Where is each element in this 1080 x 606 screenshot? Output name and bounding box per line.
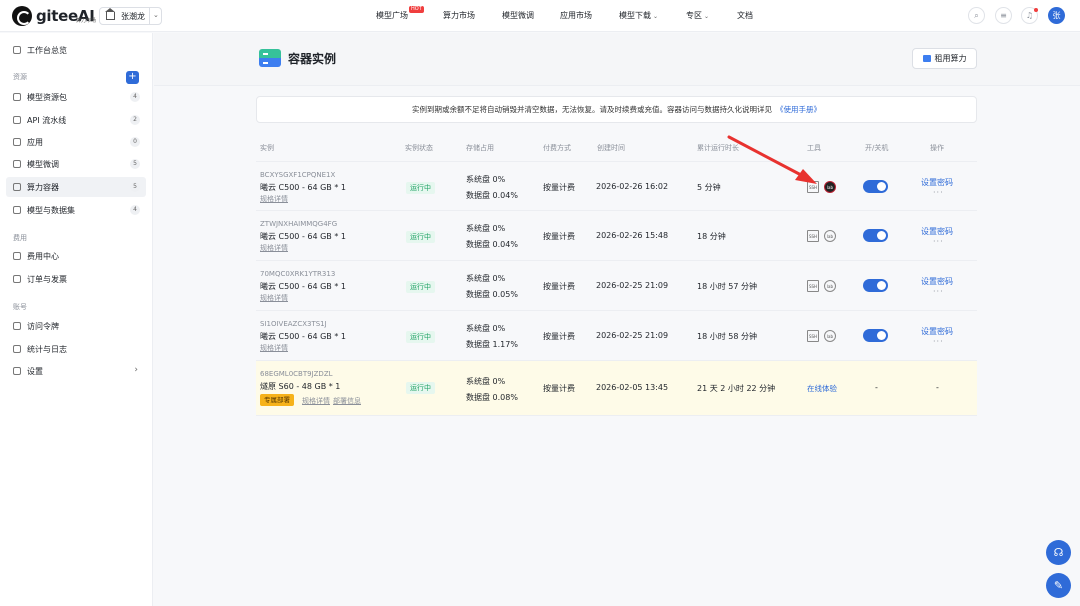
edit-feedback-icon[interactable]: ✎ <box>1046 573 1071 598</box>
support-headset-icon[interactable]: ☊ <box>1046 540 1071 565</box>
annotation-arrow-icon <box>727 135 817 184</box>
